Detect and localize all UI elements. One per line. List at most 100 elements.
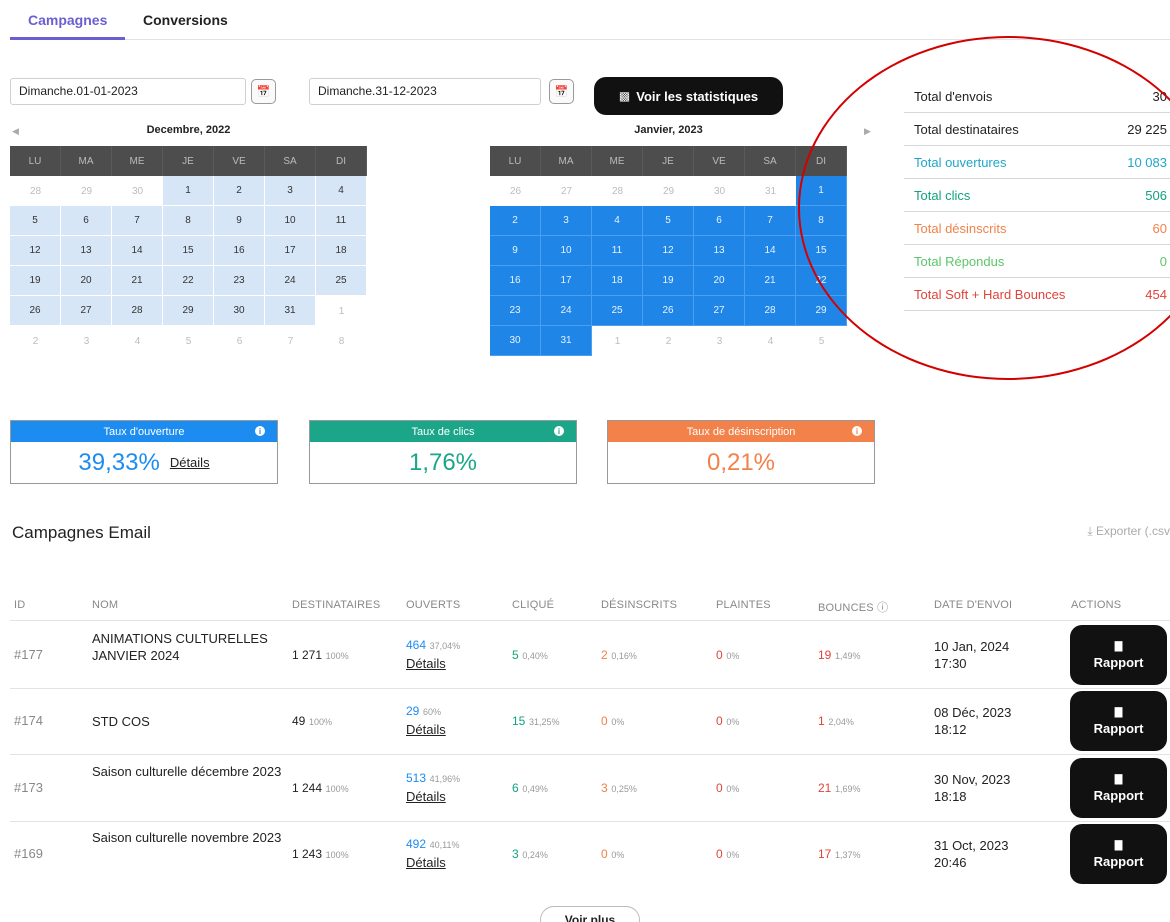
campaign-name[interactable]: STD COS — [92, 713, 282, 730]
calendar-day[interactable]: 19 — [643, 266, 694, 296]
calendar-day[interactable]: 10 — [541, 236, 592, 266]
calendar-day[interactable]: 30 — [694, 176, 745, 206]
calendar-day[interactable]: 6 — [694, 206, 745, 236]
calendar-day[interactable]: 3 — [694, 326, 745, 356]
calendar-day[interactable]: 15 — [796, 236, 847, 266]
calendar-day[interactable]: 28 — [592, 176, 643, 206]
calendar-day[interactable]: 9 — [490, 236, 541, 266]
calendar-day[interactable]: 22 — [163, 266, 214, 296]
calendar-day[interactable]: 1 — [592, 326, 643, 356]
campaign-name[interactable]: Saison culturelle décembre 2023 — [92, 763, 282, 780]
start-calendar-button[interactable]: 📅 — [251, 79, 276, 104]
calendar-day[interactable]: 17 — [541, 266, 592, 296]
report-button[interactable]: ▇ Rapport — [1070, 691, 1167, 751]
calendar-day[interactable]: 2 — [643, 326, 694, 356]
calendar-day[interactable]: 24 — [541, 296, 592, 326]
calendar-day[interactable]: 9 — [214, 206, 265, 236]
calendar-day[interactable]: 8 — [163, 206, 214, 236]
calendar-day[interactable]: 16 — [214, 236, 265, 266]
calendar-day[interactable]: 13 — [694, 236, 745, 266]
calendar-day[interactable]: 14 — [745, 236, 796, 266]
calendar-day[interactable]: 1 — [316, 296, 367, 326]
opens-details-link[interactable]: Détails — [406, 656, 446, 671]
calendar-day[interactable]: 30 — [490, 326, 541, 356]
calendar-day[interactable]: 3 — [265, 176, 316, 206]
info-icon[interactable]: i — [255, 426, 265, 436]
help-icon[interactable]: ⓘ — [877, 602, 888, 614]
report-button[interactable]: ▇ Rapport — [1070, 824, 1167, 884]
calendar-day[interactable]: 12 — [643, 236, 694, 266]
calendar-day[interactable]: 6 — [214, 326, 265, 356]
report-button[interactable]: ▇ Rapport — [1070, 625, 1167, 685]
tab-conversions[interactable]: Conversions — [143, 12, 228, 28]
open-rate-details-link[interactable]: Détails — [170, 455, 210, 470]
calendar-day[interactable]: 5 — [10, 206, 61, 236]
calendar-day[interactable]: 25 — [592, 296, 643, 326]
calendar-day[interactable]: 4 — [316, 176, 367, 206]
calendar-day[interactable]: 30 — [112, 176, 163, 206]
calendar-day[interactable]: 10 — [265, 206, 316, 236]
calendar-day[interactable]: 5 — [163, 326, 214, 356]
calendar-day[interactable]: 8 — [796, 206, 847, 236]
next-month-icon[interactable]: ▶ — [864, 126, 871, 137]
calendar-day[interactable]: 27 — [694, 296, 745, 326]
calendar-day[interactable]: 24 — [265, 266, 316, 296]
calendar-day[interactable]: 15 — [163, 236, 214, 266]
calendar-day[interactable]: 1 — [163, 176, 214, 206]
calendar-day[interactable]: 13 — [61, 236, 112, 266]
calendar-day[interactable]: 21 — [745, 266, 796, 296]
report-button[interactable]: ▇ Rapport — [1070, 758, 1167, 818]
calendar-day[interactable]: 7 — [112, 206, 163, 236]
calendar-day[interactable]: 12 — [10, 236, 61, 266]
calendar-day[interactable]: 19 — [10, 266, 61, 296]
calendar-day[interactable]: 16 — [490, 266, 541, 296]
calendar-day[interactable]: 23 — [214, 266, 265, 296]
calendar-day[interactable]: 26 — [490, 176, 541, 206]
calendar-day[interactable]: 17 — [265, 236, 316, 266]
calendar-day[interactable]: 2 — [10, 326, 61, 356]
calendar-day[interactable]: 6 — [61, 206, 112, 236]
calendar-day[interactable]: 11 — [316, 206, 367, 236]
calendar-day[interactable]: 5 — [643, 206, 694, 236]
end-date-field[interactable]: Dimanche.31-12-2023 — [309, 78, 541, 105]
end-calendar-button[interactable]: 📅 — [549, 79, 574, 104]
calendar-day[interactable]: 18 — [592, 266, 643, 296]
calendar-day[interactable]: 27 — [541, 176, 592, 206]
opens-details-link[interactable]: Détails — [406, 789, 446, 804]
campaign-name[interactable]: ANIMATIONS CULTURELLES JANVIER 2024 — [92, 630, 282, 664]
calendar-day[interactable]: 20 — [694, 266, 745, 296]
calendar-day[interactable]: 27 — [61, 296, 112, 326]
calendar-day[interactable]: 2 — [214, 176, 265, 206]
calendar-day[interactable]: 23 — [490, 296, 541, 326]
calendar-day[interactable]: 1 — [796, 176, 847, 206]
calendar-day[interactable]: 2 — [490, 206, 541, 236]
calendar-day[interactable]: 4 — [112, 326, 163, 356]
calendar-day[interactable]: 4 — [592, 206, 643, 236]
load-more-button[interactable]: Voir plus — [540, 906, 640, 922]
campaign-name[interactable]: Saison culturelle novembre 2023 — [92, 829, 282, 846]
export-csv-link[interactable]: ⤓ Exporter (.csv — [1087, 524, 1170, 539]
calendar-day[interactable]: 29 — [643, 176, 694, 206]
calendar-day[interactable]: 20 — [61, 266, 112, 296]
calendar-day[interactable]: 7 — [745, 206, 796, 236]
calendar-day[interactable]: 7 — [265, 326, 316, 356]
calendar-day[interactable]: 31 — [745, 176, 796, 206]
calendar-day[interactable]: 29 — [61, 176, 112, 206]
calendar-day[interactable]: 29 — [796, 296, 847, 326]
calendar-day[interactable]: 3 — [541, 206, 592, 236]
opens-details-link[interactable]: Détails — [406, 722, 446, 737]
info-icon[interactable]: i — [852, 426, 862, 436]
calendar-day[interactable]: 3 — [61, 326, 112, 356]
start-date-field[interactable]: Dimanche.01-01-2023 — [10, 78, 246, 105]
calendar-day[interactable]: 25 — [316, 266, 367, 296]
calendar-day[interactable]: 28 — [10, 176, 61, 206]
info-icon[interactable]: i — [554, 426, 564, 436]
calendar-day[interactable]: 22 — [796, 266, 847, 296]
calendar-day[interactable]: 4 — [745, 326, 796, 356]
calendar-day[interactable]: 26 — [643, 296, 694, 326]
tab-campagnes[interactable]: Campagnes — [28, 12, 107, 28]
calendar-day[interactable]: 8 — [316, 326, 367, 356]
calendar-day[interactable]: 11 — [592, 236, 643, 266]
calendar-day[interactable]: 21 — [112, 266, 163, 296]
calendar-day[interactable]: 31 — [541, 326, 592, 356]
